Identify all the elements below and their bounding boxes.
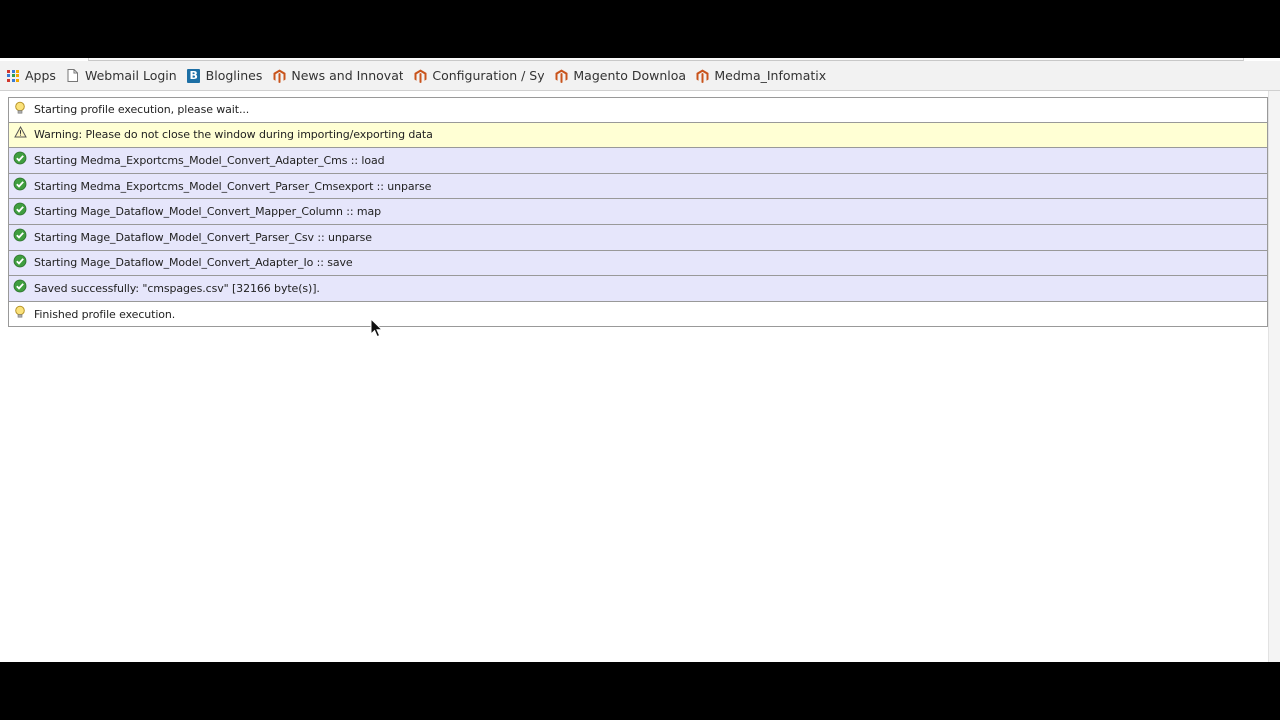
magento-icon — [554, 69, 568, 83]
video-letterbox-top — [0, 0, 1280, 58]
check-icon — [9, 276, 31, 301]
bookmark-news-and-innovation[interactable]: News and Innovati — [272, 64, 409, 88]
log-message: Finished profile execution. — [34, 307, 176, 321]
magento-icon — [272, 69, 286, 83]
bookmark-label: Medma_Infomatix — [714, 68, 827, 83]
log-row: Starting Medma_Exportcms_Model_Convert_P… — [8, 173, 1268, 200]
check-icon — [9, 199, 31, 224]
bookmark-apps[interactable]: Apps — [6, 64, 62, 88]
log-message: Starting Mage_Dataflow_Model_Convert_Par… — [34, 230, 372, 244]
log-message: Starting Mage_Dataflow_Model_Convert_Map… — [34, 205, 382, 219]
bookmark-label: Apps — [25, 68, 56, 83]
bookmark-label: Magento Downloa — [573, 68, 686, 83]
magento-icon — [413, 69, 427, 83]
bookmark-label: Webmail Login — [84, 68, 177, 83]
log-row-finished: Finished profile execution. — [8, 301, 1268, 328]
log-row: Starting Mage_Dataflow_Model_Convert_Map… — [8, 199, 1268, 225]
log-row: Starting Mage_Dataflow_Model_Convert_Par… — [8, 224, 1268, 251]
mouse-cursor-icon — [370, 318, 384, 338]
log-row-saved: Saved successfully: "cmspages.csv" [3216… — [8, 276, 1268, 302]
log-message: Starting Mage_Dataflow_Model_Convert_Ada… — [34, 256, 353, 270]
lightbulb-icon — [9, 98, 31, 122]
bookmark-webmail-login[interactable]: Webmail Login — [66, 64, 183, 88]
bookmark-configuration[interactable]: Configuration / Sys — [413, 64, 550, 88]
log-row: Starting Medma_Exportcms_Model_Convert_A… — [8, 148, 1268, 174]
log-message: Starting profile execution, please wait.… — [34, 103, 250, 117]
vertical-scrollbar[interactable] — [1268, 91, 1280, 662]
check-icon — [9, 225, 31, 250]
browser-window: Apps Webmail Login B Bloglines News and … — [0, 58, 1280, 662]
page-icon — [66, 69, 80, 83]
bookmark-label: Bloglines — [205, 68, 263, 83]
profile-execution-log: Starting profile execution, please wait.… — [8, 97, 1268, 328]
bookmark-magento-downloads[interactable]: Magento Downloa — [554, 64, 691, 88]
log-row-warning: Warning: Please do not close the window … — [8, 122, 1268, 149]
check-icon — [9, 148, 31, 173]
apps-grid-icon — [6, 69, 20, 83]
bookmarks-bar: Apps Webmail Login B Bloglines News and … — [0, 61, 1280, 91]
log-message: Warning: Please do not close the window … — [34, 128, 433, 142]
lightbulb-icon — [9, 302, 31, 327]
check-icon — [9, 251, 31, 276]
warning-icon — [9, 123, 31, 148]
bookmark-label: Configuration / Sys — [432, 68, 545, 83]
bookmark-medma-infomatix[interactable]: Medma_Infomatix — [695, 64, 832, 88]
bookmark-bloglines[interactable]: B Bloglines — [187, 64, 269, 88]
bookmark-label: News and Innovati — [291, 68, 404, 83]
magento-icon — [695, 69, 709, 83]
log-message: Starting Medma_Exportcms_Model_Convert_A… — [34, 153, 385, 167]
log-row: Starting Mage_Dataflow_Model_Convert_Ada… — [8, 250, 1268, 277]
video-letterbox-bottom — [0, 662, 1280, 720]
bloglines-icon: B — [187, 68, 201, 83]
log-row: Starting profile execution, please wait.… — [8, 97, 1268, 123]
log-message: Saved successfully: "cmspages.csv" [3216… — [34, 281, 320, 295]
check-icon — [9, 174, 31, 199]
log-message: Starting Medma_Exportcms_Model_Convert_P… — [34, 179, 432, 193]
